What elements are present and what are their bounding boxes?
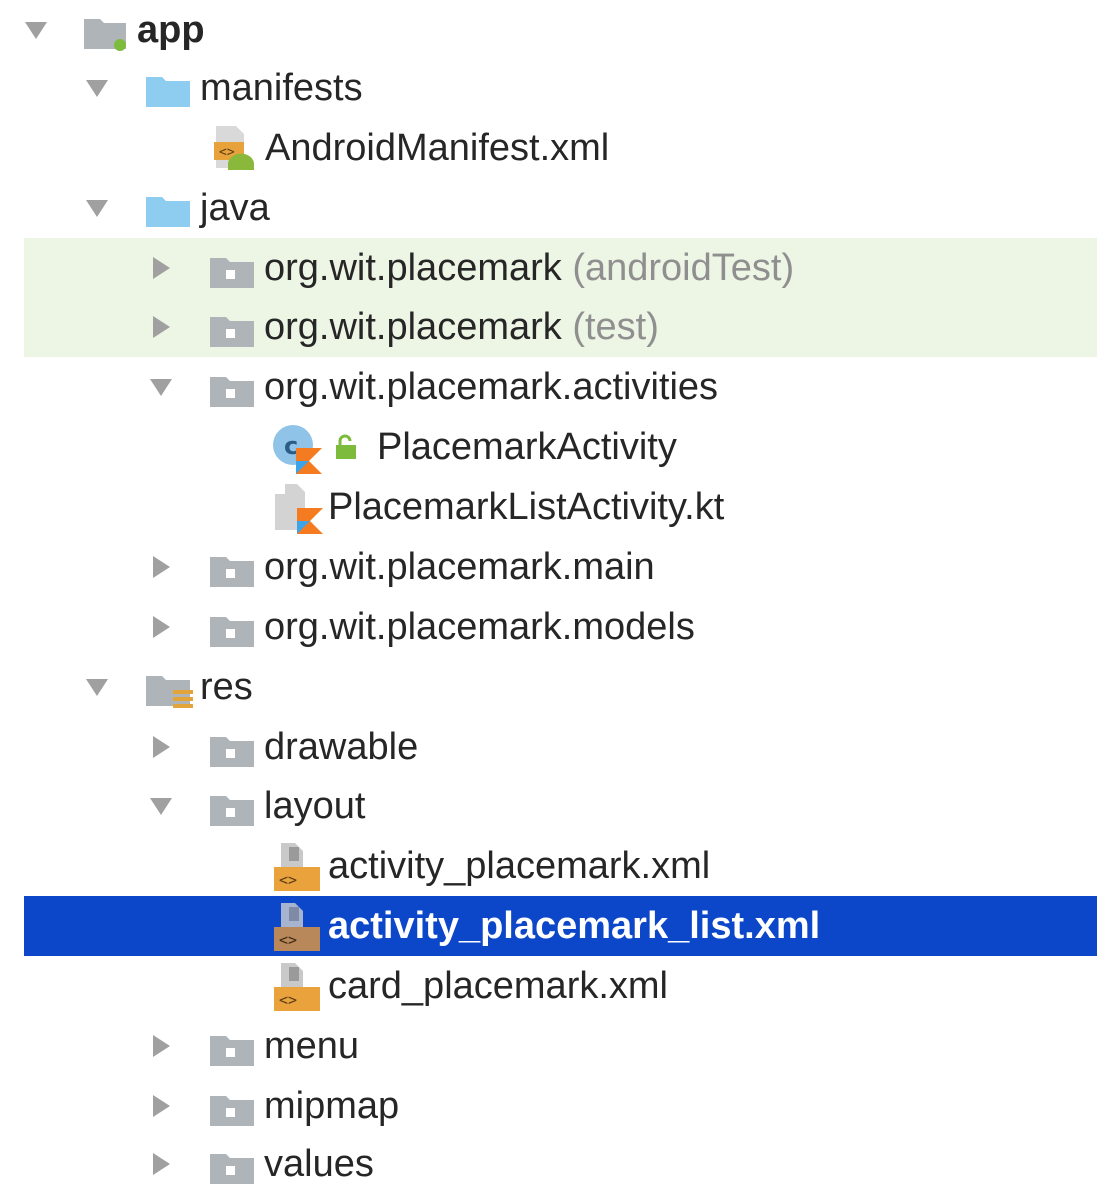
tree-row-activity-placemark-xml[interactable]: <> activity_placemark.xml <box>0 836 1107 896</box>
package-folder-icon <box>209 725 255 771</box>
xml-layout-icon: <> <box>273 961 320 1011</box>
tree-item-label: activity_placemark_list.xml <box>328 905 821 947</box>
tree-item-label: activity_placemark.xml <box>328 845 711 887</box>
xml-layout-icon: <> <box>273 841 320 891</box>
tree-row-package-models[interactable]: org.wit.placemark.models <box>0 597 1107 657</box>
tree-item-label: org.wit.placemark.models <box>264 606 695 648</box>
expanded-arrow-icon[interactable] <box>148 374 174 400</box>
tree-row-placemark-list-activity[interactable]: PlacemarkListActivity.kt <box>0 477 1107 537</box>
tree-item-label: org.wit.placemark (test) <box>264 306 659 348</box>
collapsed-arrow-icon[interactable] <box>148 1151 174 1177</box>
tree-row-res[interactable]: res <box>0 657 1107 717</box>
tree-row-drawable[interactable]: drawable <box>0 717 1107 777</box>
tree-row-menu[interactable]: menu <box>0 1016 1107 1076</box>
collapsed-arrow-icon[interactable] <box>148 314 174 340</box>
expanded-arrow-icon[interactable] <box>84 674 110 700</box>
expanded-arrow-icon[interactable] <box>84 195 110 221</box>
tree-item-label: layout <box>264 785 366 827</box>
collapsed-arrow-icon[interactable] <box>148 734 174 760</box>
collapsed-arrow-icon[interactable] <box>148 554 174 580</box>
tree-row-app[interactable]: app <box>0 0 1107 60</box>
expanded-arrow-icon[interactable] <box>23 17 49 43</box>
tree-item-label: mipmap <box>264 1085 400 1127</box>
package-folder-icon <box>209 1142 255 1188</box>
tree-item-label: org.wit.placemark.main <box>264 546 655 588</box>
tree-row-activity-placemark-list-xml[interactable]: <> activity_placemark_list.xml <box>0 896 1107 956</box>
source-folder-icon <box>145 185 191 231</box>
tree-row-values[interactable]: values <box>0 1134 1107 1194</box>
svg-text:<>: <> <box>279 871 297 889</box>
module-folder-icon <box>82 7 128 53</box>
tree-item-label: res <box>200 666 253 708</box>
tree-item-label: PlacemarkActivity <box>377 426 677 468</box>
tree-row-layout[interactable]: layout <box>0 776 1107 836</box>
svg-text:<>: <> <box>279 931 297 949</box>
android-manifest-icon: <> <box>212 124 258 170</box>
collapsed-arrow-icon[interactable] <box>148 614 174 640</box>
xml-layout-icon: <> <box>273 901 320 951</box>
tree-item-label: manifests <box>200 67 363 109</box>
unlocked-icon <box>332 433 362 463</box>
tree-item-label: drawable <box>264 726 419 768</box>
tree-item-label: org.wit.placemark.activities <box>264 366 719 408</box>
tree-row-placemark-activity[interactable]: c PlacemarkActivity <box>0 417 1107 477</box>
package-folder-icon <box>209 1024 255 1070</box>
tree-item-label: menu <box>264 1025 360 1067</box>
tree-item-label: org.wit.placemark (androidTest) <box>264 247 795 289</box>
tree-item-label: AndroidManifest.xml <box>265 127 610 169</box>
collapsed-arrow-icon[interactable] <box>148 1033 174 1059</box>
svg-text:<>: <> <box>279 991 297 1009</box>
resources-folder-icon <box>145 664 193 710</box>
kotlin-class-icon: c <box>272 424 322 474</box>
tree-row-package-test[interactable]: org.wit.placemark (test) <box>0 297 1107 357</box>
tree-row-package-activities[interactable]: org.wit.placemark.activities <box>0 357 1107 417</box>
tree-row-mipmap[interactable]: mipmap <box>0 1076 1107 1136</box>
project-tree: app manifests <> AndroidManifest.xml jav… <box>0 0 1107 1185</box>
source-folder-icon <box>145 65 191 111</box>
kotlin-file-icon <box>273 482 323 534</box>
tree-item-label: PlacemarkListActivity.kt <box>328 486 725 528</box>
tree-row-package-main[interactable]: org.wit.placemark.main <box>0 537 1107 597</box>
package-folder-icon <box>209 365 255 411</box>
tree-item-label: app <box>137 9 205 51</box>
collapsed-arrow-icon[interactable] <box>148 1093 174 1119</box>
source-set-suffix: (test) <box>572 306 659 348</box>
package-folder-icon <box>209 545 255 591</box>
tree-item-label: values <box>264 1143 374 1185</box>
expanded-arrow-icon[interactable] <box>84 75 110 101</box>
source-set-suffix: (androidTest) <box>572 247 795 289</box>
package-folder-icon <box>209 246 255 292</box>
package-folder-icon <box>209 305 255 351</box>
tree-row-package-android-test[interactable]: org.wit.placemark (androidTest) <box>0 238 1107 298</box>
tree-row-android-manifest[interactable]: <> AndroidManifest.xml <box>0 118 1107 178</box>
package-folder-icon <box>209 1084 255 1130</box>
expanded-arrow-icon[interactable] <box>148 793 174 819</box>
tree-row-card-placemark-xml[interactable]: <> card_placemark.xml <box>0 956 1107 1016</box>
tree-row-manifests[interactable]: manifests <box>0 58 1107 118</box>
tree-item-label: java <box>200 187 270 229</box>
package-folder-icon <box>209 784 255 830</box>
tree-item-label: card_placemark.xml <box>328 965 668 1007</box>
tree-row-java[interactable]: java <box>0 178 1107 238</box>
package-folder-icon <box>209 605 255 651</box>
collapsed-arrow-icon[interactable] <box>148 255 174 281</box>
